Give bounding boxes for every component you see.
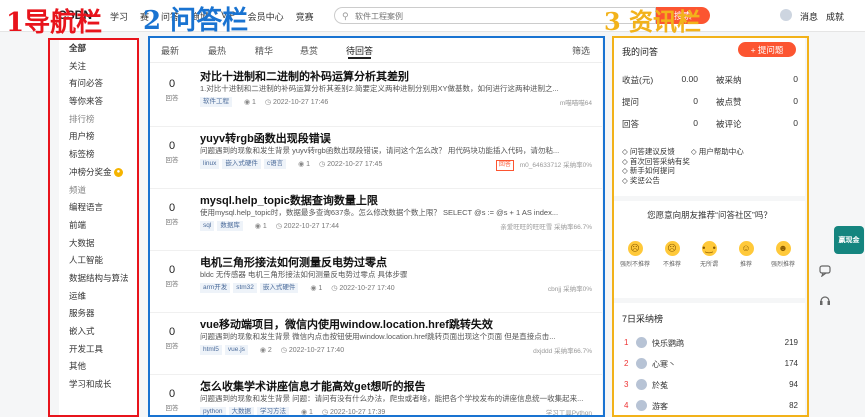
chat-icon[interactable] [818,263,832,277]
float-label: 赢现金 [838,237,860,244]
annotation-label-nav: 1导航栏 [6,8,103,38]
nav-item[interactable]: 学习 [110,10,128,23]
top-right: 消息 成就 [780,9,844,23]
annotation-box-qa [148,36,605,417]
nav-item[interactable]: 会员中心 [248,10,284,23]
annotation-box-nav [48,38,139,417]
search-input[interactable] [353,9,647,24]
messages-link[interactable]: 消息 [800,10,818,23]
nav-item[interactable]: 竞赛 [296,10,314,23]
top-bar: CSDN 学习 赛 问答 商城 VIP 会员中心 竞赛 ⚲ 搜索 消息 成就 [0,0,865,32]
search-icon: ⚲ [342,11,349,21]
annotation-box-info [612,36,809,417]
annotation-label-qa: 2 问答栏 [143,6,249,36]
achievements-link[interactable]: 成就 [826,10,844,23]
avatar[interactable] [780,9,792,21]
annotation-label-info: 3 资讯栏 [604,7,702,36]
headset-icon[interactable] [818,293,832,307]
win-cash-float-button[interactable]: 赢现金 [834,226,864,254]
